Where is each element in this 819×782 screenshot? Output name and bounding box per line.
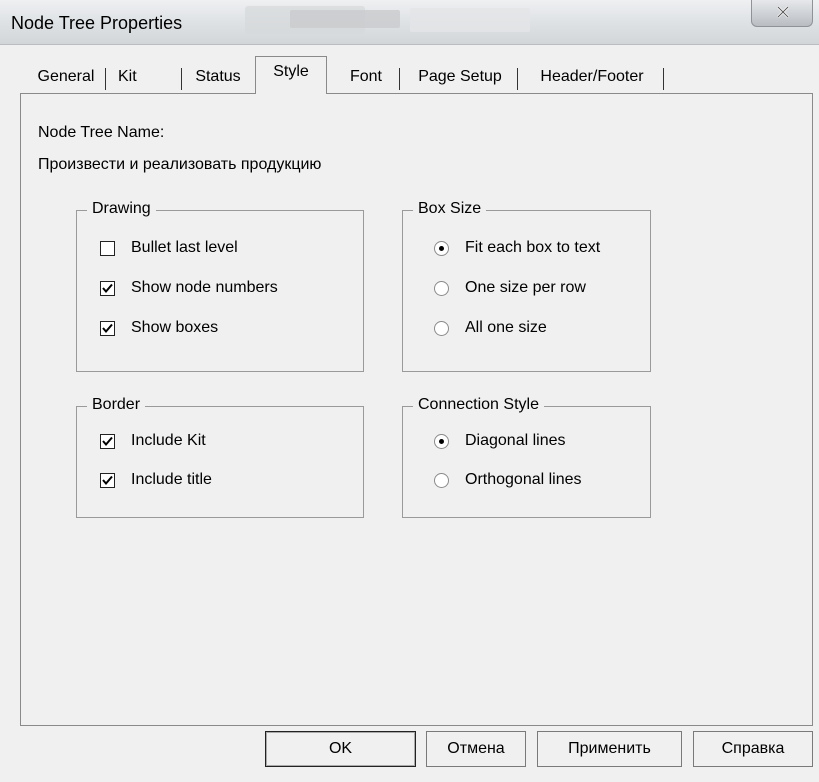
apply-button[interactable]: Применить bbox=[537, 731, 682, 767]
node-tree-name-value: Произвести и реализовать продукцию bbox=[38, 156, 322, 173]
ok-button[interactable]: OK bbox=[265, 731, 416, 767]
tab-kit-label: Kit bbox=[118, 68, 137, 85]
tab-style[interactable]: Style bbox=[255, 56, 327, 94]
tab-page-setup[interactable]: Page Setup bbox=[402, 62, 518, 92]
tab-font-label: Font bbox=[349, 68, 382, 85]
radio-unselected-icon bbox=[434, 321, 449, 336]
box-size-group-title: Box Size bbox=[413, 200, 487, 218]
tab-header-footer-label: Header/Footer bbox=[540, 68, 644, 85]
tab-status[interactable]: Status bbox=[184, 62, 252, 92]
tab-header-footer[interactable]: Header/Footer bbox=[520, 62, 664, 92]
tab-kit[interactable]: Kit bbox=[112, 62, 182, 92]
cancel-button[interactable]: Отмена bbox=[426, 731, 526, 767]
checkmark-icon bbox=[100, 473, 115, 488]
checkmark-icon bbox=[100, 434, 115, 449]
checkmark-icon bbox=[100, 321, 115, 336]
radio-unselected-icon bbox=[434, 473, 449, 488]
drawing-group-title: Drawing bbox=[87, 200, 156, 218]
radio-selected-icon bbox=[434, 434, 449, 449]
window-title: Node Tree Properties bbox=[11, 13, 183, 33]
close-icon bbox=[777, 6, 789, 18]
title-bar: Node Tree Properties bbox=[0, 0, 819, 45]
border-group-title: Border bbox=[87, 396, 146, 414]
tab-font[interactable]: Font bbox=[332, 62, 400, 92]
help-button[interactable]: Справка bbox=[693, 731, 813, 767]
tab-style-label: Style bbox=[273, 63, 309, 80]
dialog-window: Node Tree Properties General Kit Status … bbox=[0, 0, 819, 782]
tab-status-label: Status bbox=[195, 68, 241, 85]
close-button[interactable] bbox=[751, 0, 813, 27]
radio-selected-icon bbox=[434, 241, 449, 256]
radio-unselected-icon bbox=[434, 281, 449, 296]
connection-style-group-title: Connection Style bbox=[413, 396, 544, 414]
tab-general[interactable]: General bbox=[26, 62, 106, 92]
checkmark-icon bbox=[100, 281, 115, 296]
tab-page-setup-label: Page Setup bbox=[418, 68, 502, 85]
tab-general-label: General bbox=[37, 68, 95, 85]
border-group: Border bbox=[76, 396, 364, 518]
checkbox-unchecked-icon bbox=[100, 241, 115, 256]
node-tree-name-label: Node Tree Name: bbox=[38, 124, 165, 141]
connection-style-group: Connection Style bbox=[402, 396, 651, 518]
